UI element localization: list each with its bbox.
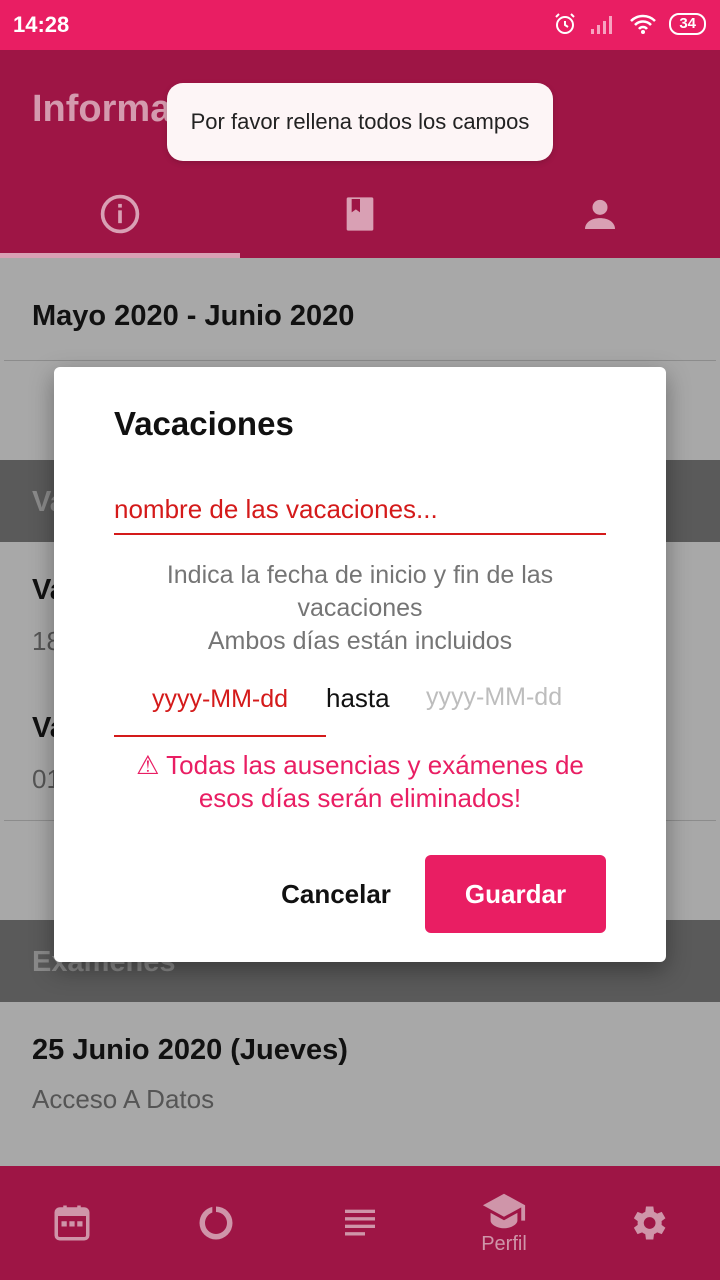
nav-item-settings[interactable] [576, 1166, 720, 1280]
dialog-info-line: Ambos días están incluidos [207, 627, 513, 655]
nav-item-profile[interactable]: Perfil [432, 1166, 576, 1280]
progress-icon [199, 1206, 233, 1240]
vacation-name-input[interactable] [114, 485, 606, 535]
person-icon [585, 199, 615, 229]
status-icons: 34 [553, 12, 706, 36]
exam-date[interactable]: 25 Junio 2020 (Jueves) [32, 1034, 348, 1067]
exam-subject: Acceso A Datos [32, 1084, 215, 1114]
calendar-icon [54, 1205, 90, 1241]
alarm-icon [555, 13, 576, 34]
signal-icon [591, 16, 613, 34]
settings-icon [633, 1206, 666, 1240]
wifi-icon [630, 14, 657, 34]
start-date-field[interactable]: yyyy-MM-dd [114, 677, 326, 737]
dialog-info-line: Indica la fecha de inicio y fin de las v… [166, 561, 554, 622]
nav-item-progress[interactable] [144, 1166, 288, 1280]
tab-bar [0, 170, 720, 258]
period-title: Mayo 2020 - Junio 2020 [32, 300, 355, 332]
nav-item-list[interactable] [288, 1166, 432, 1280]
toast-message: Por favor rellena todos los campos [167, 83, 553, 161]
nav-item-calendar[interactable] [0, 1166, 144, 1280]
status-bar: 14:28 34 [0, 0, 720, 50]
info-icon [100, 194, 140, 234]
divider [4, 360, 716, 361]
warning-message: ⚠ Todas las ausencias y exámenes de esos… [136, 750, 584, 813]
school-icon [482, 1193, 526, 1228]
bottom-navigation: Perfil [0, 1166, 720, 1280]
dialog-info: Indica la fecha de inicio y fin de las v… [114, 559, 606, 658]
nav-label-profile: Perfil [481, 1232, 527, 1255]
tab-subjects[interactable] [240, 170, 480, 258]
tab-profile[interactable] [480, 170, 720, 258]
list-icon [345, 1209, 375, 1236]
date-separator: hasta [326, 683, 390, 713]
vacation-dialog: Vacaciones Indica la fecha de inicio y f… [54, 367, 666, 962]
save-button[interactable]: Guardar [425, 855, 606, 933]
book-icon [346, 197, 374, 231]
dialog-title: Vacaciones [114, 405, 294, 442]
battery-indicator: 34 [669, 13, 706, 35]
status-time: 14:28 [13, 12, 70, 37]
end-date-field[interactable]: yyyy-MM-dd [426, 683, 562, 712]
tab-info[interactable] [0, 170, 240, 258]
cancel-button[interactable]: Cancelar [266, 855, 406, 933]
